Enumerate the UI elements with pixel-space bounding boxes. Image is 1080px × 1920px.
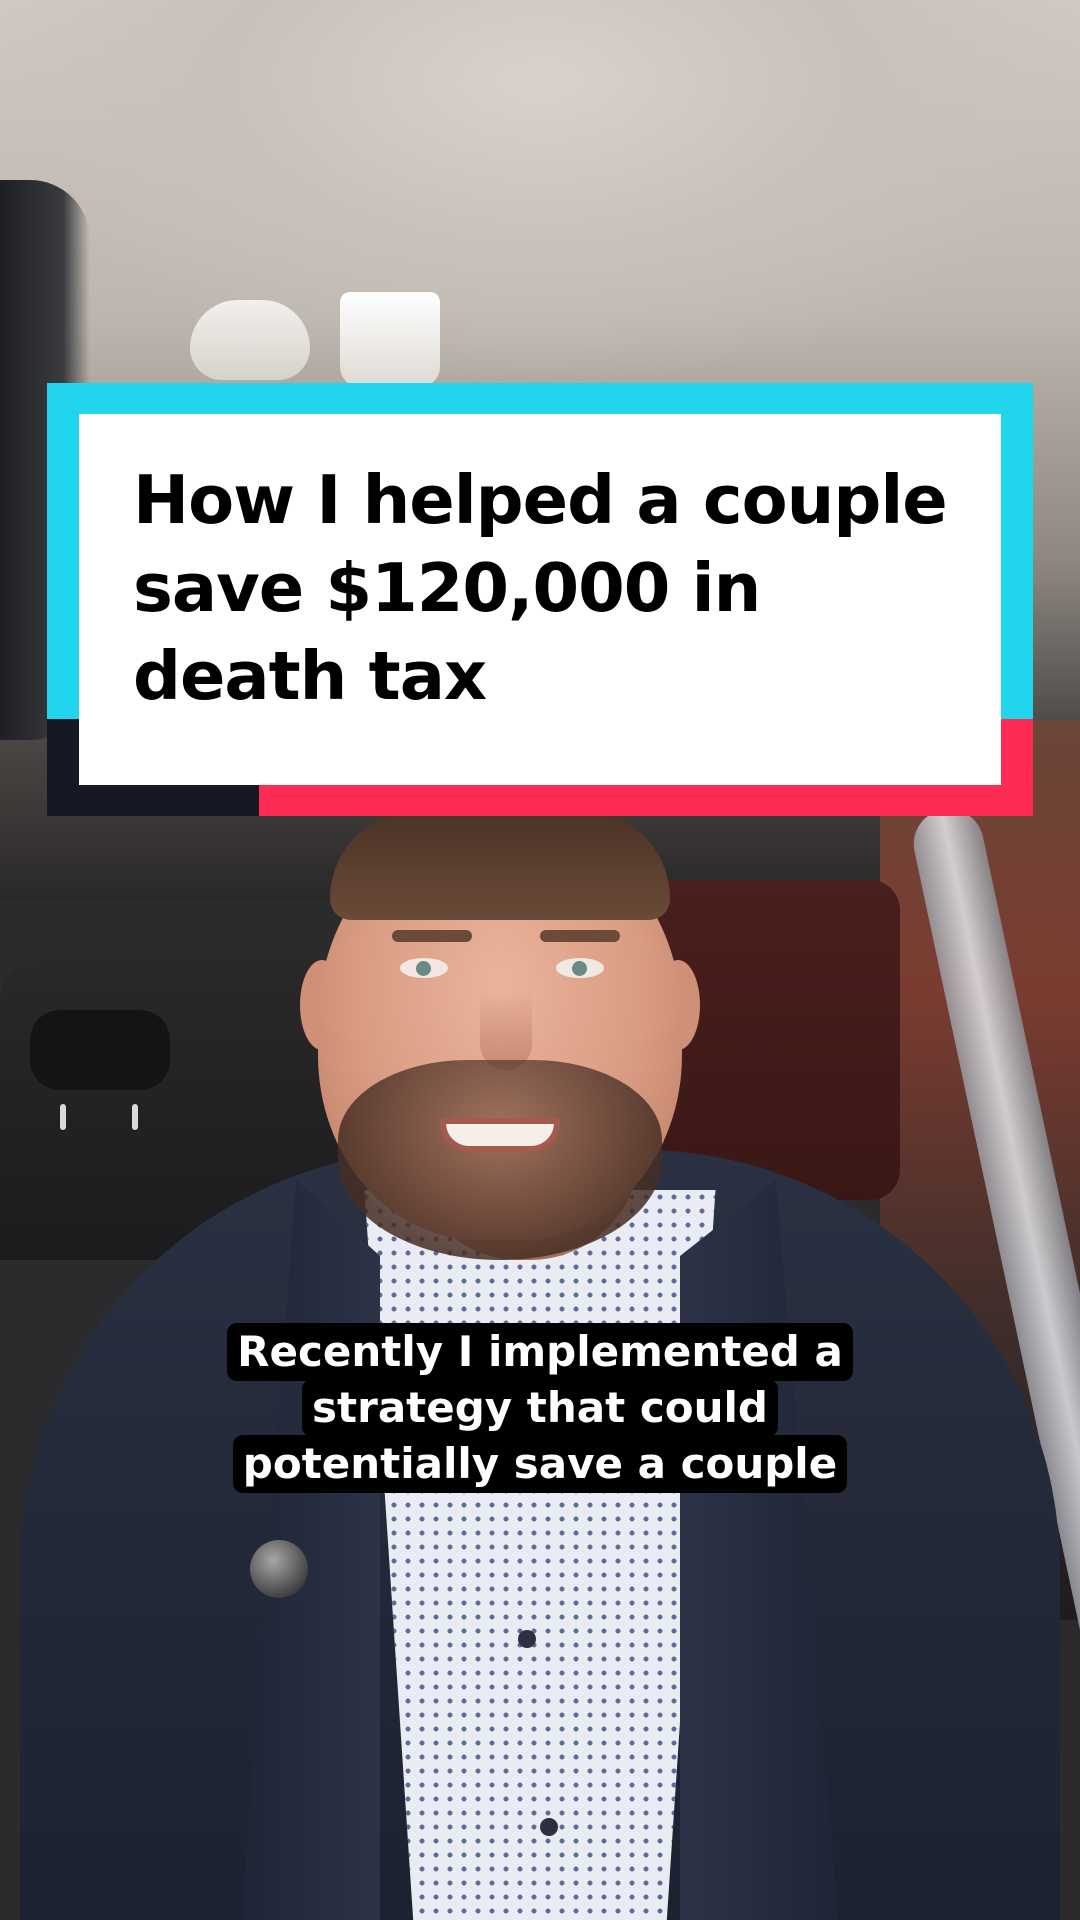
visor-clip: [340, 292, 440, 387]
caption-line: potentially save a couple: [232, 1435, 848, 1493]
eyebrow: [540, 930, 620, 942]
beard: [338, 1060, 662, 1260]
eyebrow: [392, 930, 472, 942]
headrest-post: [60, 1104, 66, 1130]
caption-line: Recently I implemented a: [227, 1323, 853, 1381]
title-card-panel: How I helped a couple save $120,000 in d…: [79, 414, 1001, 785]
mouth: [440, 1118, 560, 1152]
caption-line: strategy that could: [302, 1379, 778, 1437]
visor-clip: [190, 300, 310, 380]
eye: [556, 958, 604, 978]
headrest: [30, 1010, 170, 1090]
video-frame[interactable]: How I helped a couple save $120,000 in d…: [0, 0, 1080, 1920]
hair: [330, 810, 670, 920]
headrest-post: [132, 1104, 138, 1130]
caption-block: Recently I implemented a strategy that c…: [0, 1323, 1080, 1493]
title-card: How I helped a couple save $120,000 in d…: [47, 383, 1033, 816]
eye: [400, 958, 448, 978]
title-text: How I helped a couple save $120,000 in d…: [133, 461, 948, 715]
lapel-pin-icon: [250, 1540, 308, 1598]
shirt-button: [518, 1630, 536, 1648]
shirt-button: [540, 1818, 558, 1836]
nose: [480, 990, 532, 1070]
